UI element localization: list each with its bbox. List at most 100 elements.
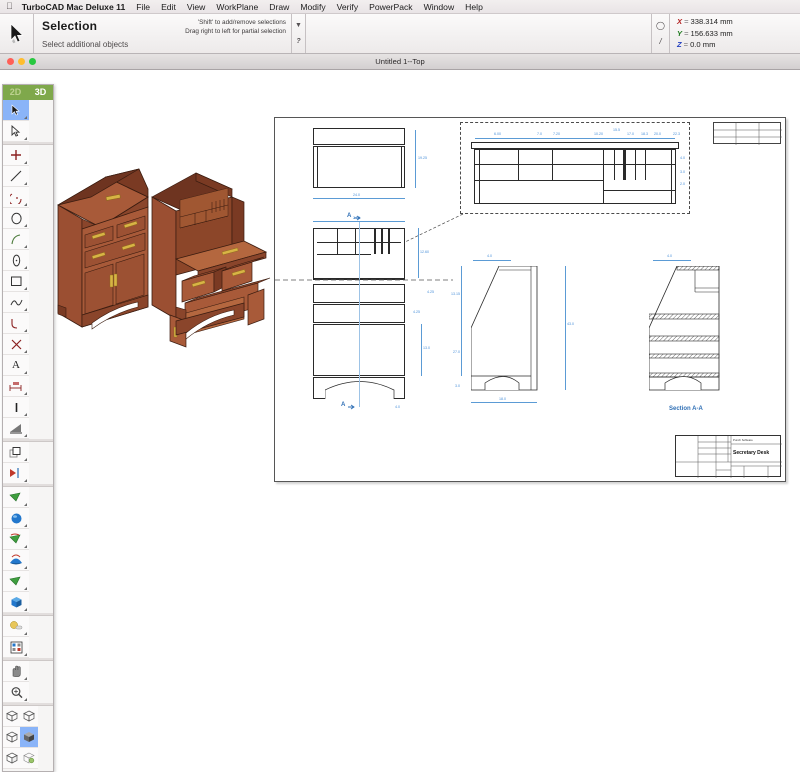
spline-tool-icon[interactable] [3,229,29,250]
tool-overflow-corner[interactable] [24,137,27,140]
view-front-icon[interactable] [3,706,20,727]
pan-tool-icon[interactable] [3,661,29,682]
detail-dim-10: 3.0 [680,170,685,174]
view-render-icon[interactable] [20,748,37,769]
drawing-canvas[interactable]: 24.0 19.25 6.00 7.0 7.20 10.20 15.5 17.0… [0,70,800,500]
app-name-label[interactable]: TurboCAD Mac Deluxe 11 [22,2,125,12]
tool-overflow-corner[interactable] [24,434,27,437]
tool-overflow-corner[interactable] [24,308,27,311]
tool-palette[interactable]: 2D 3D [2,84,54,772]
tool-overflow-corner[interactable] [24,182,27,185]
view-wireframe-icon[interactable] [3,748,20,769]
view-side-icon[interactable] [3,727,20,748]
coordinate-readout: X=338.314 mm Y=156.633 mm Z=0.0 mm [670,14,800,53]
tool-overflow-corner[interactable] [24,545,27,548]
polyline-tool-icon[interactable] [3,292,29,313]
drawing-sheet[interactable]: 24.0 19.25 6.00 7.0 7.20 10.20 15.5 17.0… [274,117,786,482]
menu-item-verify[interactable]: Verify [337,2,359,12]
tool-overflow-corner[interactable] [24,653,27,656]
tool-overflow-corner[interactable] [24,161,27,164]
tool-group-select[interactable] [3,100,53,142]
tool-overflow-corner[interactable] [24,371,27,374]
view-iso-icon[interactable] [20,706,37,727]
tool-group-material[interactable] [3,616,53,658]
tool-overflow-corner[interactable] [24,677,27,680]
point-tool-icon[interactable] [3,145,29,166]
tool-overflow-corner[interactable] [24,566,27,569]
chevron-down-icon[interactable]: ▼ [295,22,302,29]
tool-overflow-corner[interactable] [24,392,27,395]
menu-item-draw[interactable]: Draw [269,2,289,12]
tool-overflow-corner[interactable] [24,479,27,482]
coord-row-y: Y=156.633 mm [677,28,733,40]
tool-overflow-corner[interactable] [24,224,27,227]
menu-item-window[interactable]: Window [424,2,455,12]
tool-group-views[interactable] [3,706,53,769]
extrude-tool-icon[interactable] [3,487,29,508]
question-mark-icon[interactable]: ? [296,38,300,45]
tool-overflow-corner[interactable] [24,350,27,353]
secretary-desk-open-3d[interactable] [140,155,285,350]
menu-item-powerpack[interactable]: PowerPack [369,2,412,12]
tool-overflow-corner[interactable] [24,266,27,269]
menu-item-help[interactable]: Help [465,2,483,12]
curve-tool-icon[interactable] [3,313,29,334]
view-shaded-icon[interactable] [20,727,37,748]
tool-overflow-corner[interactable] [24,245,27,248]
dimension-mode-toggle[interactable]: 2D 3D [3,85,53,100]
tool-overflow-corner[interactable] [24,413,27,416]
trim-tool-icon[interactable] [3,334,29,355]
tool-group-modify[interactable] [3,442,53,484]
tool-overflow-corner[interactable] [24,287,27,290]
status-bar: Selection Select additional objects 'Shi… [0,14,800,54]
arc-tool-icon[interactable] [3,187,29,208]
dimension-tool-icon[interactable] [3,376,29,397]
mode-3d-button[interactable]: 3D [28,85,53,100]
apple-icon[interactable]:  [6,2,13,11]
tool-overflow-corner[interactable] [24,203,27,206]
menu-item-modify[interactable]: Modify [300,2,325,12]
menu-item-file[interactable]: File [136,2,150,12]
circle-tool-icon[interactable] [3,208,29,229]
rectangle-tool-icon[interactable] [3,271,29,292]
menu-item-edit[interactable]: Edit [161,2,176,12]
tool-group-navigate[interactable] [3,661,53,703]
cube-tool-icon[interactable] [3,592,29,613]
line-snap-icon[interactable]: / [659,37,661,46]
menu-item-view[interactable]: View [187,2,205,12]
status-toggle-group[interactable]: ▼ ? [292,14,306,53]
ellipse-tool-icon[interactable] [3,250,29,271]
tool-group-3d[interactable] [3,487,53,613]
title-block[interactable]: Punch Software Secretary Desk [675,435,781,477]
sweep-tool-icon[interactable] [3,571,29,592]
copy-tool-icon[interactable] [3,442,29,463]
tool-overflow-corner[interactable] [24,587,27,590]
tool-overflow-corner[interactable] [24,458,27,461]
sphere-tool-icon[interactable] [3,508,29,529]
menu-item-workplane[interactable]: WorkPlane [216,2,258,12]
mirror-tool-icon[interactable] [3,463,29,484]
material-tool-icon[interactable] [3,616,29,637]
select-tool-icon[interactable] [3,100,29,121]
dome-tool-icon[interactable] [3,550,29,571]
mode-2d-button[interactable]: 2D [3,85,28,100]
coord-value-z: 0.0 mm [690,40,715,49]
text-tool-icon[interactable]: A [3,355,29,376]
tool-overflow-corner[interactable] [24,503,27,506]
tool-overflow-corner[interactable] [24,608,27,611]
tool-group-draw[interactable]: A [3,145,53,439]
linear-dimension-tool-icon[interactable] [3,397,29,418]
tool-overflow-corner[interactable] [24,698,27,701]
tool-overflow-corner[interactable] [24,329,27,332]
render-tool-icon[interactable] [3,637,29,658]
tool-overflow-corner[interactable] [24,524,27,527]
select-similar-tool-icon[interactable] [3,121,29,142]
circle-snap-icon[interactable]: ◯ [656,21,665,30]
hatch-tool-icon[interactable] [3,418,29,439]
line-tool-icon[interactable] [3,166,29,187]
tool-overflow-corner[interactable] [24,116,27,119]
tool-overflow-corner[interactable] [24,632,27,635]
zoom-tool-icon[interactable] [3,682,29,703]
snap-indicator-group[interactable]: ◯ / [652,14,670,53]
revolve-tool-icon[interactable] [3,529,29,550]
